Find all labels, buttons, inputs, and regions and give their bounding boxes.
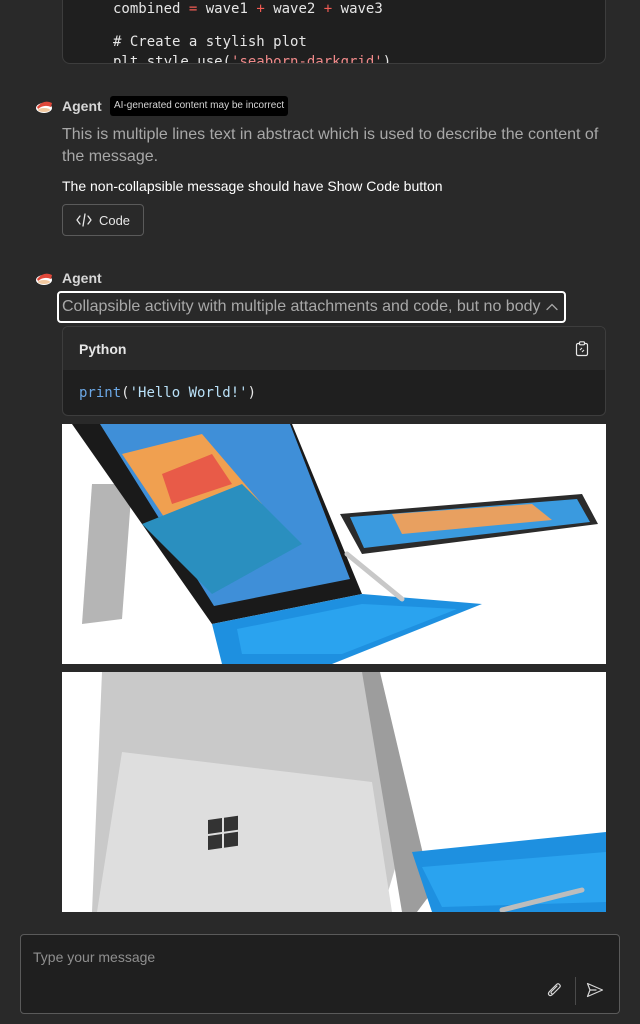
code-block: Python print('Hello World!')	[62, 326, 606, 416]
collapsible-title: Collapsible activity with multiple attac…	[62, 298, 541, 315]
message-composer[interactable]: Type your message	[20, 934, 620, 1014]
attach-icon	[547, 983, 561, 997]
code-block-header: Python	[63, 327, 605, 371]
send-button[interactable]	[583, 978, 607, 1002]
message-input[interactable]: Type your message	[33, 949, 155, 965]
code-line: combined = wave1 + wave2 + wave3	[113, 1, 383, 17]
image-attachment[interactable]	[62, 672, 606, 912]
message-body: The non-collapsible message should have …	[62, 178, 443, 194]
agent-name: Agent	[62, 270, 102, 286]
send-icon	[586, 982, 604, 998]
agent-name: Agent	[62, 98, 102, 114]
agent-avatar-icon	[36, 101, 52, 113]
attach-button[interactable]	[543, 978, 567, 1002]
code-comment: # Create a stylish plot	[113, 34, 307, 50]
chevron-up-icon	[546, 303, 559, 311]
previous-code-block: combined = wave1 + wave2 + wave3 # Creat…	[62, 0, 606, 64]
code-icon	[76, 213, 92, 227]
collapsible-activity-toggle[interactable]: Collapsible activity with multiple attac…	[57, 291, 566, 323]
image-attachment[interactable]	[62, 424, 606, 664]
show-code-button[interactable]: Code	[62, 204, 144, 236]
surface-laptop-back-image	[62, 672, 606, 912]
message-abstract: This is multiple lines text in abstract …	[62, 126, 599, 165]
code-line: plt.style.use('seaborn-darkgrid')	[113, 54, 392, 64]
surface-laptop-front-image	[62, 424, 606, 664]
code-button-label: Code	[98, 212, 131, 228]
ai-disclaimer-badge: AI-generated content may be incorrect	[110, 96, 289, 116]
copy-icon[interactable]	[575, 340, 589, 357]
code-content: print('Hello World!')	[79, 385, 257, 401]
composer-divider	[575, 977, 576, 1005]
code-language: Python	[79, 340, 127, 357]
agent-avatar-icon	[36, 273, 52, 285]
